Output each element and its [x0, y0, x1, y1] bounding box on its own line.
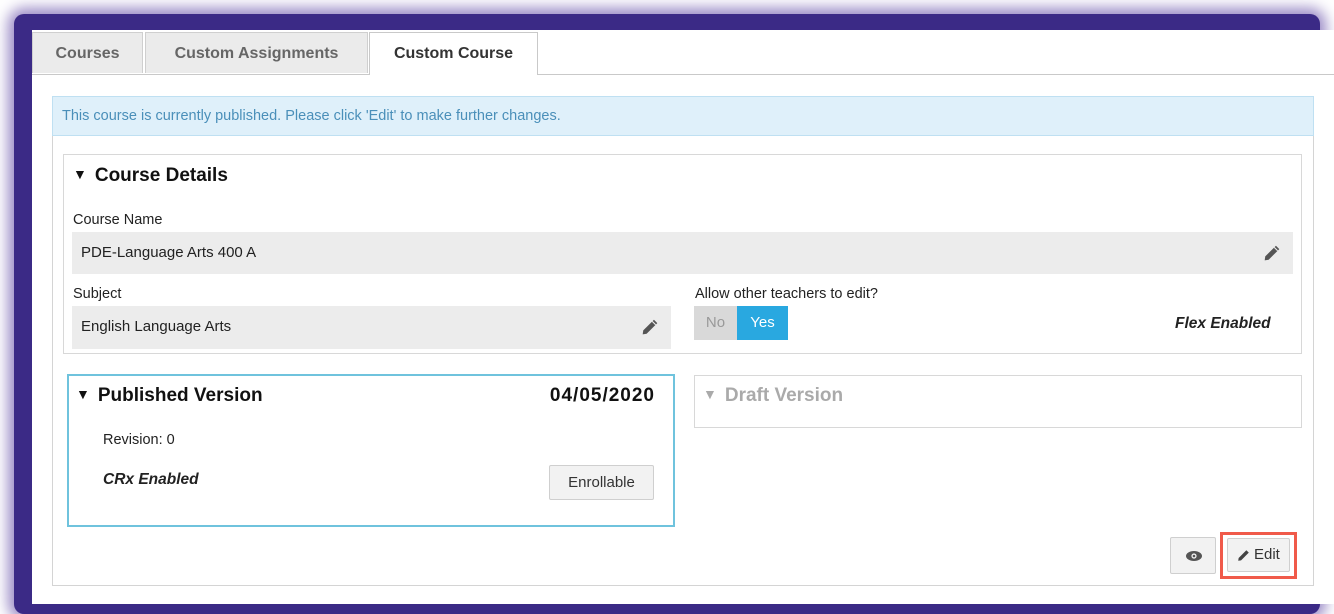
published-version-title: Published Version — [97, 385, 263, 406]
course-details-title: Course Details — [94, 165, 228, 186]
toggle-yes-option[interactable]: Yes — [737, 306, 788, 340]
enrollable-button[interactable]: Enrollable — [549, 465, 654, 500]
subject-value: English Language Arts — [81, 318, 232, 335]
published-version-panel: ▼ Published Version 04/05/2020 Revision: … — [67, 374, 675, 527]
edit-button[interactable]: Edit — [1227, 538, 1290, 572]
draft-version-title: Draft Version — [724, 385, 844, 406]
tab-bar: Courses Custom Assignments Custom Course — [32, 30, 1334, 75]
draft-version-header[interactable]: ▼ Draft Version — [703, 385, 843, 407]
eye-icon — [1186, 551, 1202, 561]
toggle-no-option[interactable]: No — [694, 306, 737, 340]
caret-down-icon: ▼ — [76, 386, 90, 402]
tab-courses[interactable]: Courses — [32, 32, 143, 73]
published-date: 04/05/2020 — [549, 385, 655, 406]
course-details-header[interactable]: ▼ Course Details — [73, 165, 228, 187]
pencil-icon — [1238, 550, 1249, 561]
draft-version-panel: ▼ Draft Version — [694, 375, 1302, 428]
caret-down-icon: ▼ — [703, 386, 717, 402]
course-name-field[interactable]: PDE-Language Arts 400 A — [72, 232, 1293, 274]
pencil-icon[interactable] — [641, 318, 659, 336]
subject-label: Subject — [73, 286, 122, 302]
allow-edit-toggle[interactable]: No Yes — [694, 306, 788, 340]
edit-label: Edit — [1254, 546, 1280, 563]
tab-custom-assignments[interactable]: Custom Assignments — [145, 32, 368, 73]
course-name-value: PDE-Language Arts 400 A — [81, 244, 257, 261]
crx-enabled-label: CRx Enabled — [103, 471, 199, 488]
revision-text: Revision: 0 — [103, 432, 175, 448]
course-name-label: Course Name — [73, 212, 163, 228]
published-alert: This course is currently published. Plea… — [52, 96, 1314, 136]
app-window: Courses Custom Assignments Custom Course… — [32, 30, 1334, 604]
flex-enabled-label: Flex Enabled — [1175, 315, 1271, 332]
allow-edit-label: Allow other teachers to edit? — [695, 286, 878, 302]
published-version-header[interactable]: ▼ Published Version — [76, 385, 263, 407]
pencil-icon[interactable] — [1263, 244, 1281, 262]
caret-down-icon: ▼ — [73, 166, 87, 182]
tab-custom-course[interactable]: Custom Course — [369, 32, 538, 75]
course-details-panel: ▼ Course Details Course Name PDE-Language… — [63, 154, 1302, 354]
subject-field[interactable]: English Language Arts — [72, 306, 671, 349]
preview-button[interactable] — [1170, 537, 1216, 574]
